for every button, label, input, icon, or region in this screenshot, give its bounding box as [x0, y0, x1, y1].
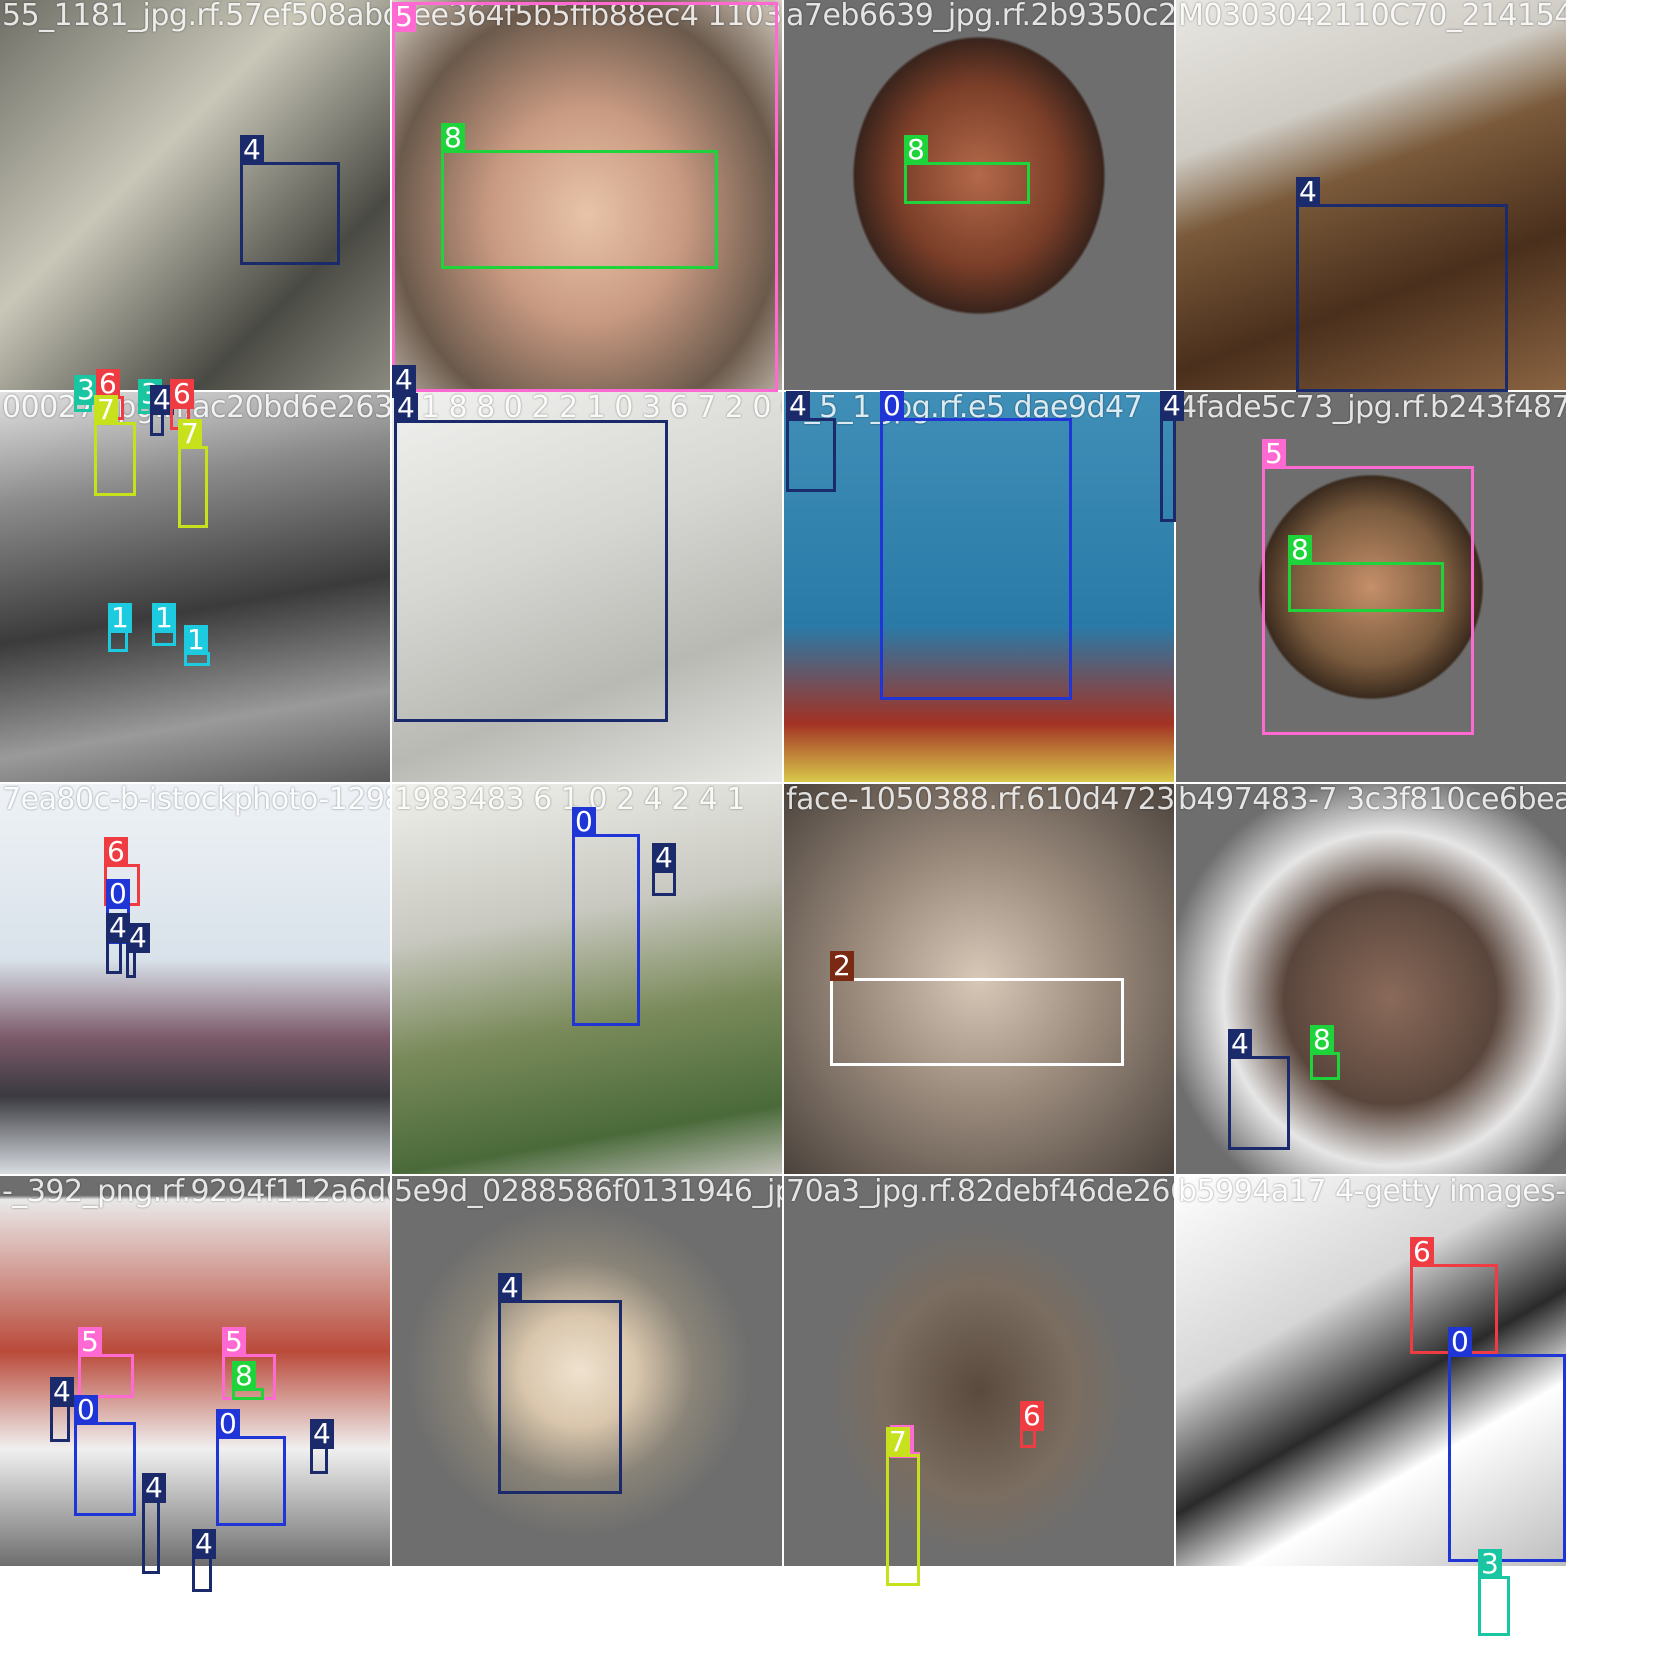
detection-class-label: 4 [240, 135, 264, 165]
detection-class-label: 4 [786, 391, 810, 421]
detection-box-class-8: 8 [1288, 535, 1444, 612]
detection-box-class-8: 8 [232, 1361, 264, 1400]
detection-class-label: 7 [886, 1427, 910, 1457]
detection-class-label: 4 [498, 1273, 522, 1303]
detection-class-label: 4 [1296, 177, 1320, 207]
detection-class-label: 7 [178, 419, 202, 449]
detection-class-label: 4 [310, 1419, 334, 1449]
detection-class-label: 6 [1410, 1237, 1434, 1267]
detection-box-class-4: 4 [1228, 1029, 1290, 1150]
detection-box-class-4: 4 [150, 385, 174, 436]
detection-class-label: 4 [50, 1377, 74, 1407]
detection-box-class-4: 4 [498, 1273, 622, 1494]
detection-class-label: 0 [106, 879, 130, 909]
detection-class-label: 5 [78, 1327, 102, 1357]
detection-mosaic: 55_1181_jpg.rf.57ef508abd7 5ee364f5b5ffb8… [0, 0, 1664, 1664]
detection-box-class-3: 3 [1478, 1549, 1510, 1636]
detection-class-label: 6 [170, 379, 194, 409]
detection-box-class-0: 0 [216, 1409, 286, 1526]
detection-box-class-7: 7 [178, 419, 208, 528]
detection-box-class-4: 4 [310, 1419, 334, 1474]
detection-box-class-4: 4 [126, 923, 150, 978]
detection-class-label: 4 [1228, 1029, 1252, 1059]
detection-class-label: 2 [830, 951, 854, 981]
detection-box-class-0: 0 [74, 1395, 136, 1516]
detection-box-class-4: 4 [106, 913, 130, 974]
detection-class-label: 8 [441, 123, 465, 153]
detection-class-label: 1 [184, 625, 208, 655]
detection-class-label: 8 [1288, 535, 1312, 565]
detection-box-class-4: 4 [50, 1377, 74, 1442]
detection-class-label: 4 [652, 843, 676, 873]
detection-box-class-4: 4 [240, 135, 340, 265]
detection-class-label: 5 [1262, 439, 1286, 469]
detection-class-label: 0 [74, 1395, 98, 1425]
detection-box-class-4: 4 [192, 1529, 216, 1592]
detection-box-class-1: 1 [184, 625, 210, 666]
detection-box-class-8: 8 [1310, 1025, 1340, 1080]
detection-class-label: 3 [1478, 1549, 1502, 1579]
detection-class-label: 4 [142, 1473, 166, 1503]
detection-class-label: 0 [572, 807, 596, 837]
detection-box-class-4: 4 [1296, 177, 1508, 392]
detection-class-label: 0 [216, 1409, 240, 1439]
detection-box-class-7: 7 [94, 395, 136, 496]
detection-box-class-5: 5 [78, 1327, 134, 1398]
detection-box-class-1: 1 [108, 603, 132, 652]
detection-box-class-0: 0 [572, 807, 640, 1026]
detection-class-label: 8 [232, 1361, 256, 1391]
detection-box-class-4: 4 [142, 1473, 166, 1574]
detection-box-class-8: 8 [904, 135, 1030, 204]
detection-class-label: 4 [126, 923, 150, 953]
detection-box-class-4: 4 [786, 391, 836, 492]
detection-box-class-4: 4 [652, 843, 676, 896]
detection-class-label: 6 [1020, 1401, 1044, 1431]
detection-class-label: 8 [1310, 1025, 1334, 1055]
detection-box-class-0: 0 [1448, 1327, 1566, 1562]
detection-class-label: 4 [1160, 391, 1184, 421]
detection-box-class-7: 7 [886, 1427, 920, 1586]
detection-class-label: 1 [108, 603, 132, 633]
detection-class-label: 5 [392, 2, 416, 32]
detection-class-label: 4 [394, 393, 418, 423]
detection-class-label: 1 [152, 603, 176, 633]
bbox-overlay: 4584843673467111440458604404248558400444… [0, 0, 1664, 1664]
detection-box-class-3: 3 [74, 375, 98, 412]
detection-class-label: 6 [104, 837, 128, 867]
detection-box-class-8: 8 [441, 123, 718, 269]
detection-class-label: 0 [880, 391, 904, 421]
detection-class-label: 8 [904, 135, 928, 165]
detection-class-label: 4 [192, 1529, 216, 1559]
detection-box-class-4: 4 [1160, 391, 1184, 522]
detection-class-label: 5 [222, 1327, 246, 1357]
detection-box-class-4: 4 [394, 393, 668, 722]
detection-box-class-6: 6 [1020, 1401, 1044, 1448]
detection-class-label: 0 [1448, 1327, 1472, 1357]
detection-class-label: 7 [94, 395, 118, 425]
detection-box-class-1: 1 [152, 603, 176, 646]
detection-box-class-2: 2 [830, 951, 1124, 1066]
detection-box-class-0: 0 [880, 391, 1072, 700]
